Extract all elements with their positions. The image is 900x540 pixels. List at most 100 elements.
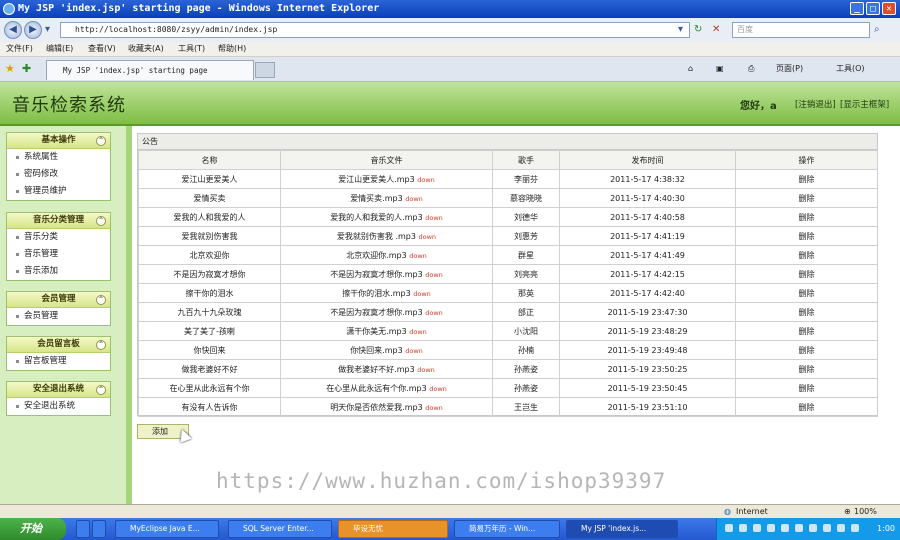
taskbar-button-calendar[interactable]: 简易万年历 - Win... <box>454 520 560 538</box>
delete-link[interactable]: 删除 <box>735 321 878 341</box>
minimize-button[interactable]: _ <box>850 2 864 15</box>
group-header[interactable]: 会员留言板 ^ <box>7 337 110 353</box>
download-link[interactable]: down <box>417 176 435 184</box>
download-link[interactable]: down <box>419 233 437 241</box>
group-header[interactable]: 音乐分类管理 ^ <box>7 213 110 229</box>
delete-link[interactable]: 删除 <box>735 207 878 227</box>
tray-icon[interactable] <box>725 524 733 532</box>
collapse-icon[interactable]: ^ <box>96 295 106 305</box>
group-header[interactable]: 安全退出系统 ^ <box>7 382 110 398</box>
delete-link[interactable]: 删除 <box>735 169 878 189</box>
zoom-level[interactable]: 100% <box>854 505 877 519</box>
quicklaunch-ie2-icon[interactable] <box>92 520 106 538</box>
cell-file: 爱我就别伤害我 .mp3 down <box>280 226 493 246</box>
tray-icon[interactable] <box>739 524 747 532</box>
menu-file[interactable]: 文件(F) <box>6 42 33 56</box>
download-link[interactable]: down <box>425 271 443 279</box>
address-dropdown-icon[interactable]: ▾ <box>678 23 683 37</box>
address-input[interactable]: http://localhost:8080/zsyy/admin/index.j… <box>60 22 690 38</box>
tray-icon[interactable] <box>781 524 789 532</box>
download-link[interactable]: down <box>413 290 431 298</box>
new-tab-button[interactable] <box>255 62 275 78</box>
maximize-button[interactable]: □ <box>866 2 880 15</box>
sidebar-item-admin[interactable]: 管理员维护 <box>7 183 110 200</box>
page-menu[interactable]: 页面(P) <box>776 62 803 76</box>
tray-icon[interactable] <box>767 524 775 532</box>
collapse-icon[interactable]: ^ <box>96 385 106 395</box>
taskbar-button-sqlserver[interactable]: SQL Server Enter... <box>228 520 332 538</box>
tray-icon[interactable] <box>837 524 845 532</box>
delete-link[interactable]: 删除 <box>735 359 878 379</box>
sidebar-item-member-manage[interactable]: 会员管理 <box>7 308 110 325</box>
add-favorites-icon[interactable]: ✚ <box>22 62 31 76</box>
search-input[interactable]: 百度 <box>732 22 870 38</box>
taskbar-button-myeclipse[interactable]: MyEclipse Java E... <box>115 520 219 538</box>
menu-tools[interactable]: 工具(T) <box>178 42 205 56</box>
download-link[interactable]: down <box>409 328 427 336</box>
delete-link[interactable]: 删除 <box>735 302 878 322</box>
home-icon[interactable]: ⌂ <box>688 62 693 76</box>
delete-link[interactable]: 删除 <box>735 340 878 360</box>
tray-icon[interactable] <box>753 524 761 532</box>
table-row: 做我老婆好不好 做我老婆好不好.mp3 down 孙燕姿 2011-5-19 23:5… <box>138 359 878 379</box>
sidebar-item-music-manage[interactable]: 音乐管理 <box>7 246 110 263</box>
menu-edit[interactable]: 编辑(E) <box>46 42 73 56</box>
delete-link[interactable]: 删除 <box>735 378 878 398</box>
logout-link[interactable]: [注销退出] <box>795 98 836 110</box>
quicklaunch-ie-icon[interactable] <box>76 520 90 538</box>
forward-button[interactable]: ▶ <box>24 21 42 39</box>
close-window-button[interactable]: ✕ <box>882 2 896 15</box>
stop-icon[interactable]: ✕ <box>712 23 720 37</box>
download-link[interactable]: down <box>417 366 435 374</box>
menu-help[interactable]: 帮助(H) <box>218 42 246 56</box>
delete-link[interactable]: 删除 <box>735 283 878 303</box>
download-link[interactable]: down <box>425 404 443 412</box>
download-link[interactable]: down <box>425 214 443 222</box>
collapse-icon[interactable]: ^ <box>96 136 106 146</box>
tab-index-jsp[interactable]: My JSP 'index.jsp' starting page <box>46 60 254 80</box>
menu-favorites[interactable]: 收藏夹(A) <box>128 42 164 56</box>
start-button[interactable]: 开始 <box>0 518 66 540</box>
download-link[interactable]: down <box>409 252 427 260</box>
sidebar-item-safe-exit[interactable]: 安全退出系统 <box>7 398 110 415</box>
download-link[interactable]: down <box>405 347 423 355</box>
sidebar-item-music-add[interactable]: 音乐添加 <box>7 263 110 280</box>
taskbar-button-ie[interactable]: My JSP 'index.js... <box>566 520 678 538</box>
delete-link[interactable]: 删除 <box>735 264 878 284</box>
show-frame-link[interactable]: [显示主框架] <box>840 98 889 110</box>
tray-icon[interactable] <box>809 524 817 532</box>
sidebar-item-system-props[interactable]: 系统属性 <box>7 149 110 166</box>
history-dropdown-icon[interactable]: ▾ <box>45 23 50 37</box>
tray-icon[interactable] <box>823 524 831 532</box>
bullet-icon <box>16 253 19 256</box>
print-icon[interactable]: ⎙ <box>748 62 754 76</box>
favorites-star-icon[interactable]: ★ <box>5 62 15 76</box>
back-button[interactable]: ◀ <box>4 21 22 39</box>
download-link[interactable]: down <box>425 309 443 317</box>
delete-link[interactable]: 删除 <box>735 245 878 265</box>
delete-link[interactable]: 删除 <box>735 188 878 208</box>
refresh-icon[interactable]: ↻ <box>694 23 702 37</box>
tray-icon[interactable] <box>795 524 803 532</box>
search-icon[interactable]: ⌕ <box>874 23 880 37</box>
menu-view[interactable]: 查看(V) <box>88 42 116 56</box>
delete-link[interactable]: 删除 <box>735 226 878 246</box>
cell-name-text: 爱我就别伤害我 <box>181 231 238 241</box>
sidebar-item-message-board[interactable]: 留言板管理 <box>7 353 110 370</box>
feeds-icon[interactable]: ▣ <box>716 62 724 76</box>
taskbar-button-bishe[interactable]: 毕设无忧 <box>338 520 448 538</box>
download-link[interactable]: down <box>405 195 423 203</box>
collapse-icon[interactable]: ^ <box>96 340 106 350</box>
tools-menu[interactable]: 工具(O) <box>836 62 865 76</box>
download-link[interactable]: down <box>429 385 447 393</box>
delete-link-text: 删除 <box>798 383 815 393</box>
sidebar-item-music-category[interactable]: 音乐分类 <box>7 229 110 246</box>
sidebar-item-password[interactable]: 密码修改 <box>7 166 110 183</box>
collapse-icon[interactable]: ^ <box>96 216 106 226</box>
group-header[interactable]: 会员管理 ^ <box>7 292 110 308</box>
delete-link[interactable]: 删除 <box>735 397 878 417</box>
tray-icon[interactable] <box>851 524 859 532</box>
cell-time: 2011-5-17 4:42:15 <box>559 264 736 284</box>
group-header[interactable]: 基本操作 ^ <box>7 133 110 149</box>
cell-name-text: 北京欢迎你 <box>189 250 230 260</box>
